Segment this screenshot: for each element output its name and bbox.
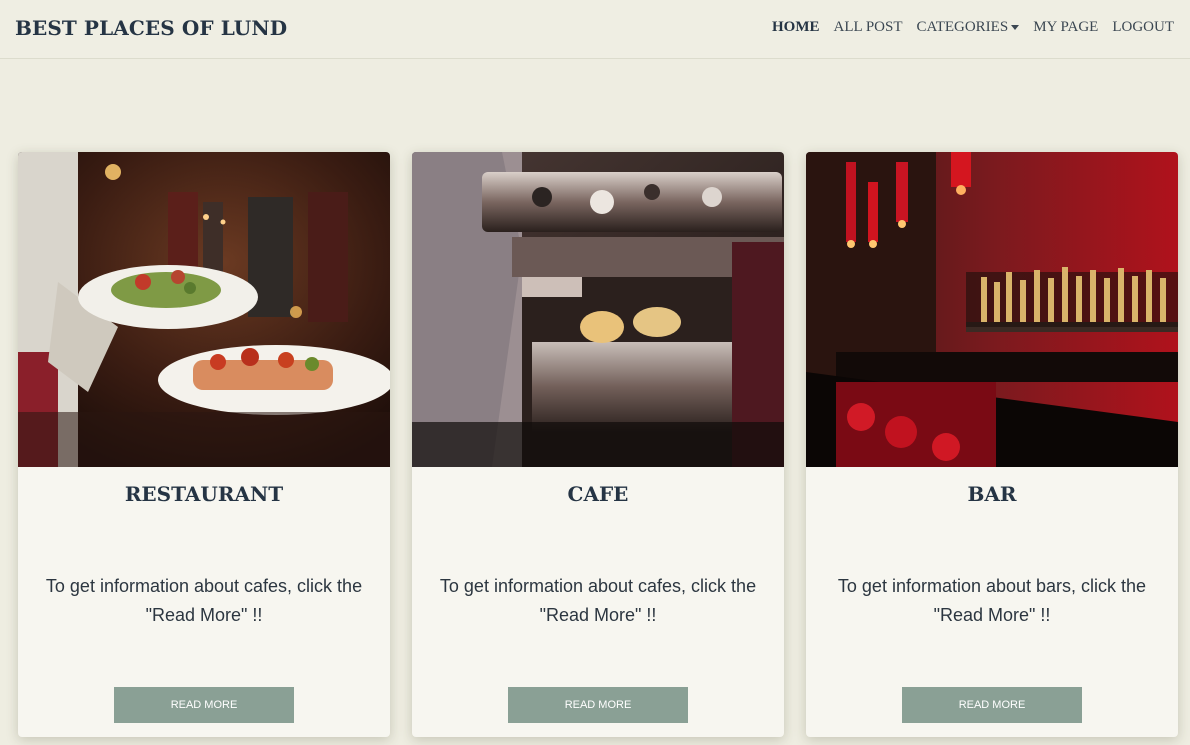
read-more-button[interactable]: READ MORE xyxy=(508,687,688,723)
card-description: To get information about cafes, click th… xyxy=(45,576,363,625)
bar-photo xyxy=(806,152,1178,467)
card-description: To get information about cafes, click th… xyxy=(439,576,757,625)
nav-logout[interactable]: LOGOUT xyxy=(1112,19,1174,36)
nav-categories[interactable]: CATEGORIES xyxy=(917,19,1020,36)
nav-all-post[interactable]: ALL POST xyxy=(833,19,902,36)
chevron-down-icon xyxy=(1011,25,1020,31)
card-description: To get information about bars, click the… xyxy=(837,576,1147,625)
card-cafe: CAFE To get information about cafes, cli… xyxy=(412,152,784,737)
read-more-button[interactable]: READ MORE xyxy=(902,687,1082,723)
cafe-photo xyxy=(412,152,784,467)
nav-home[interactable]: HOME xyxy=(772,19,820,36)
card-restaurant: RESTAURANT To get information about cafe… xyxy=(18,152,390,737)
card-bar: BAR To get information about bars, click… xyxy=(806,152,1178,737)
card-title: BAR xyxy=(967,482,1017,506)
card-title: CAFE xyxy=(567,482,629,506)
nav-my-page[interactable]: MY PAGE xyxy=(1033,19,1098,36)
nav-categories-label: CATEGORIES xyxy=(916,19,1009,35)
main-nav: HOME ALL POST CATEGORIES MY PAGE LOGOUT xyxy=(772,19,1174,36)
read-more-button[interactable]: READ MORE xyxy=(114,687,294,723)
restaurant-photo xyxy=(18,152,390,467)
navbar: BEST PLACES OF LUND HOME ALL POST CATEGO… xyxy=(0,0,1190,59)
site-brand[interactable]: BEST PLACES OF LUND xyxy=(15,16,287,40)
card-title: RESTAURANT xyxy=(124,482,284,506)
